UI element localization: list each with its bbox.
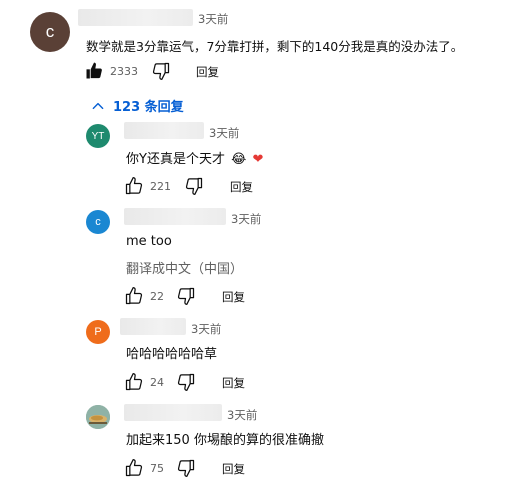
author-name-redacted[interactable] [124,404,222,421]
comment-timestamp[interactable]: 3天前 [198,11,228,27]
reply-button[interactable]: 回复 [222,461,245,477]
thumb-up-icon[interactable] [124,176,144,196]
avatar-letter: c [45,22,55,41]
avatar-image [86,405,110,429]
thumb-down-icon[interactable] [176,458,196,478]
reply-text: 你Y还真是个天才 [126,152,225,167]
reply-button[interactable]: 回复 [230,179,253,195]
replies-toggle[interactable]: 123 条回复 [91,96,184,115]
replies-count-label: 123 条回复 [113,100,184,115]
comment-timestamp[interactable]: 3天前 [209,125,239,141]
reply-text: 加起来150 你埸酿的算的很准确撤 [126,433,324,448]
author-name-redacted[interactable] [124,208,226,225]
reply-button[interactable]: 回复 [196,64,219,80]
avatar-letter: P [94,326,102,338]
thumb-up-icon[interactable] [124,286,144,306]
like-count: 24 [150,376,164,389]
thumb-up-filled-icon[interactable] [84,61,104,81]
like-count: 22 [150,290,164,303]
avatar[interactable]: P [86,320,110,344]
author-name-redacted[interactable] [120,318,186,335]
grinning-emoji-icon: 😂 [231,152,247,167]
comment-timestamp[interactable]: 3天前 [231,211,261,227]
comment-timestamp[interactable]: 3天前 [191,321,221,337]
heart-emoji-icon: ❤ [252,152,264,167]
comment-text: 数学就是3分靠运气，7分靠打拼，剩下的140分我是真的没办法了。 [86,39,464,54]
like-count: 2333 [110,65,138,78]
like-count: 221 [150,180,171,193]
avatar[interactable]: c [30,12,70,52]
comment-timestamp[interactable]: 3天前 [227,407,257,423]
reply-text-row: 你Y还真是个天才 😂 ❤ [126,148,263,167]
reply-text: 哈哈哈哈哈哈草 [126,347,218,362]
thumb-down-icon[interactable] [184,176,204,196]
thumb-down-icon[interactable] [176,372,196,392]
reply-button[interactable]: 回复 [222,375,245,391]
thumb-up-icon[interactable] [124,458,144,478]
avatar[interactable] [86,405,110,429]
reply-button[interactable]: 回复 [222,289,245,305]
author-name-redacted[interactable] [78,9,193,26]
thumb-up-icon[interactable] [124,372,144,392]
chevron-up-icon [92,102,104,109]
avatar-letter: c [95,216,101,228]
reply-text: me too [126,234,172,249]
avatar-letter: YT [91,130,105,142]
like-count: 75 [150,462,164,475]
avatar[interactable]: c [86,210,110,234]
author-name-redacted[interactable] [124,122,204,139]
translate-link[interactable]: 翻译成中文（中国） [126,258,243,277]
thumb-down-icon[interactable] [151,61,171,81]
avatar[interactable]: YT [86,124,110,148]
thumb-down-icon[interactable] [176,286,196,306]
